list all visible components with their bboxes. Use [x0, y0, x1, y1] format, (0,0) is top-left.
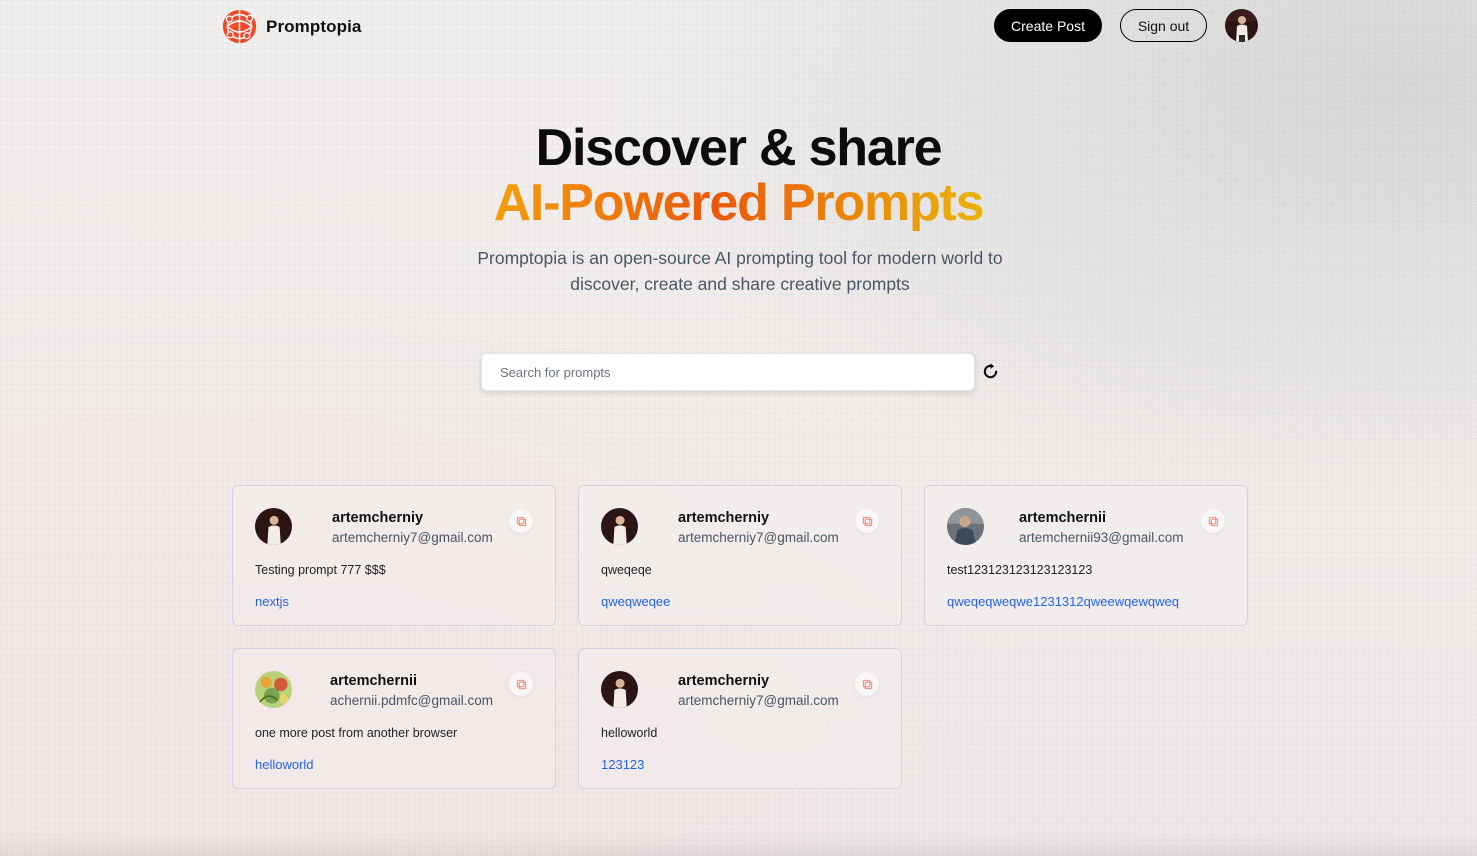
card-email: artemcherniy7@gmail.com [678, 693, 839, 708]
avatar-image [255, 508, 292, 545]
card-prompt: helloworld [601, 726, 658, 740]
bottom-fade [0, 832, 1477, 856]
avatar[interactable] [601, 671, 638, 708]
card-username[interactable]: artemcherniy [678, 673, 769, 689]
card-tag[interactable]: qweqweqee [601, 594, 670, 609]
avatar[interactable] [255, 671, 292, 708]
card-prompt: Testing prompt 777 $$$ [255, 563, 386, 577]
search-form [481, 353, 975, 391]
prompt-card[interactable]: artemcherniy artemcherniy7@gmail.com Tes… [232, 485, 556, 626]
card-email: achernii.pdmfc@gmail.com [330, 693, 494, 708]
hero-subtitle: Promptopia is an open-source AI promptin… [477, 248, 1003, 294]
avatar-image [601, 671, 638, 708]
card-email: artemchernii93@gmail.com [1019, 530, 1184, 545]
card-tag[interactable]: helloworld [255, 757, 314, 772]
avatar-image [1225, 9, 1258, 42]
copy-button[interactable] [509, 672, 533, 696]
avatar[interactable] [947, 508, 984, 545]
prompt-card[interactable]: artemchernii achernii.pdmfc@gmail.com on… [232, 648, 556, 789]
card-username[interactable]: artemchernii [1019, 510, 1106, 526]
avatar[interactable] [601, 508, 638, 545]
user-avatar[interactable] [1225, 9, 1258, 42]
card-prompt: test123123123123123123 [947, 563, 1093, 577]
copy-icon [862, 679, 872, 689]
copy-icon [516, 516, 526, 526]
card-tag[interactable]: qweqeqweqwe1231312qweewqewqweq [947, 594, 1179, 609]
avatar-image [947, 508, 984, 545]
card-email: artemcherniy7@gmail.com [678, 530, 839, 545]
copy-button[interactable] [509, 509, 533, 533]
copy-icon [1208, 516, 1218, 526]
search-input[interactable] [481, 353, 975, 391]
brand-name: Promptopia [266, 16, 362, 36]
copy-icon [862, 516, 872, 526]
card-username[interactable]: artemcherniy [678, 510, 769, 526]
avatar-image [601, 508, 638, 545]
copy-button[interactable] [855, 509, 879, 533]
brand-logo[interactable]: Promptopia [221, 8, 361, 45]
hero-title-gradient-text: AI-Powered Prompts [493, 174, 985, 232]
avatar[interactable] [255, 508, 292, 545]
card-prompt: qweqeqe [601, 563, 652, 577]
top-nav: Promptopia Create Post Sign out [0, 0, 1477, 52]
card-email: artemcherniy7@gmail.com [332, 530, 493, 545]
globe-network-icon [222, 9, 257, 44]
sign-out-button[interactable]: Sign out [1120, 9, 1207, 42]
avatar-image [255, 671, 292, 708]
prompt-card[interactable]: artemcherniy artemcherniy7@gmail.com qwe… [578, 485, 902, 626]
prompt-card[interactable]: artemcherniy artemcherniy7@gmail.com hel… [578, 648, 902, 789]
card-username[interactable]: artemchernii [330, 673, 417, 689]
card-tag[interactable]: 123123 [601, 757, 644, 772]
hero-title-accent: AI-Powered Prompts [0, 173, 1477, 233]
copy-icon [516, 679, 526, 689]
card-tag[interactable]: nextjs [255, 594, 289, 609]
card-username[interactable]: artemcherniy [332, 510, 423, 526]
hero-title: Discover & share [535, 119, 943, 177]
copy-button[interactable] [1201, 509, 1225, 533]
card-prompt: one more post from another browser [255, 726, 458, 740]
prompt-card[interactable]: artemchernii artemchernii93@gmail.com te… [924, 485, 1248, 626]
refresh-icon[interactable] [982, 363, 999, 380]
copy-button[interactable] [855, 672, 879, 696]
create-post-button[interactable]: Create Post [994, 9, 1102, 42]
